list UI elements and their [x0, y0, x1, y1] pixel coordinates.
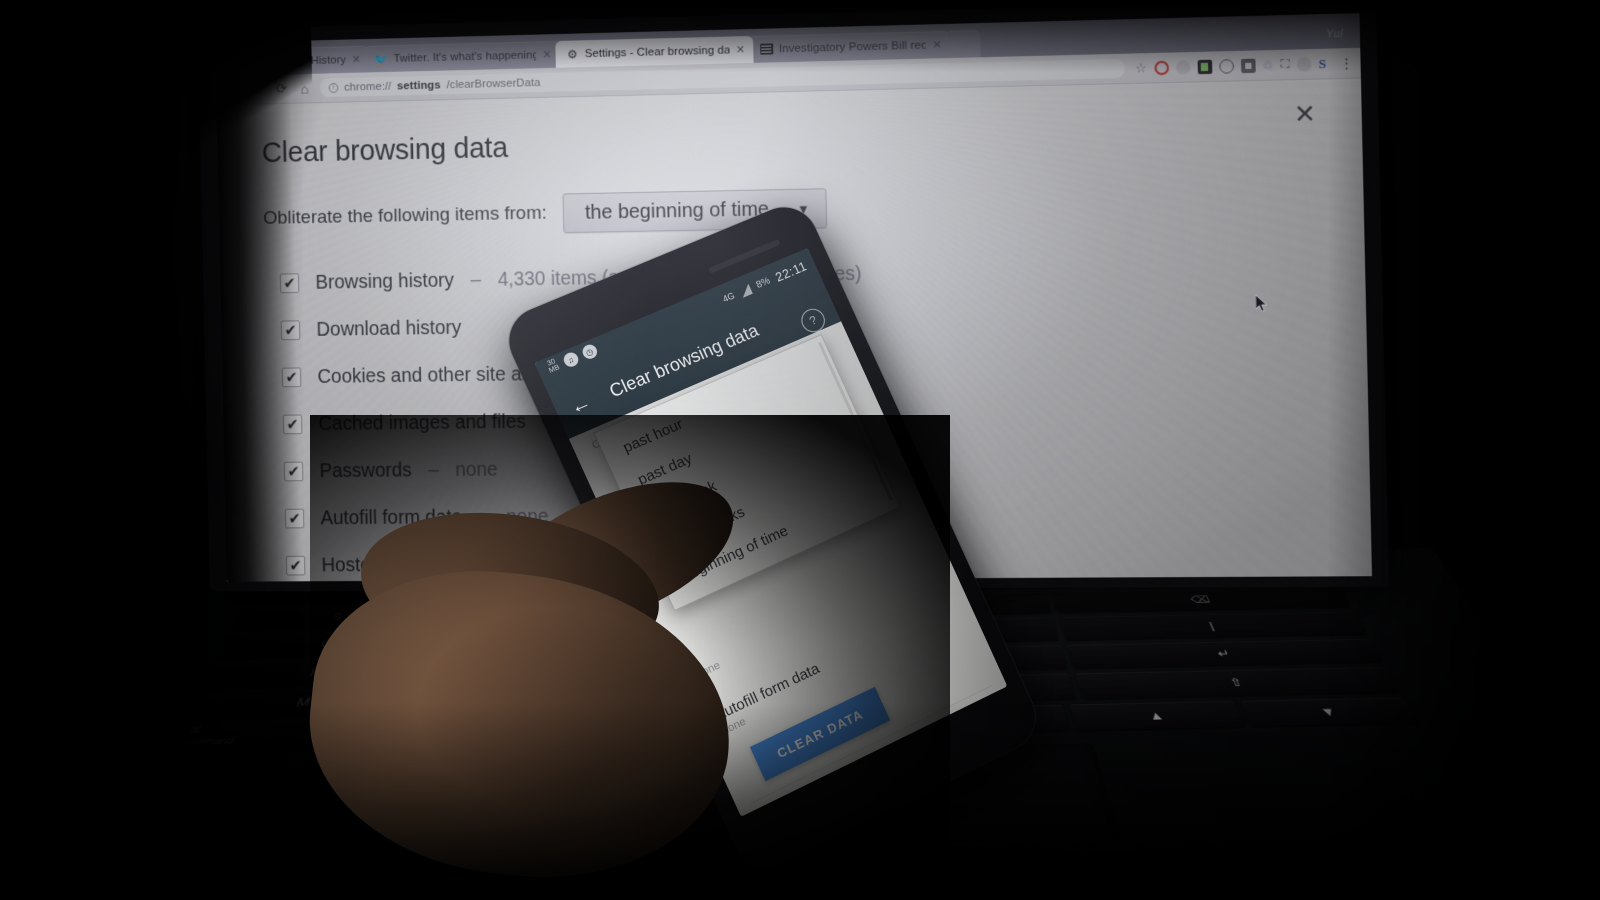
key-return[interactable]: ↵: [1066, 638, 1383, 669]
key-comma[interactable]: <: [414, 682, 635, 713]
checkbox[interactable]: ✔: [280, 320, 301, 341]
item-dash: –: [478, 505, 490, 528]
bookmark-star-icon[interactable]: ☆: [1135, 60, 1147, 76]
key-k[interactable]: K: [203, 657, 425, 687]
item-detail: none: [455, 458, 498, 481]
item-label: Hosted app data: [321, 553, 461, 576]
key-shift-right[interactable]: ⇧: [1075, 667, 1401, 699]
cast-icon[interactable]: ⛶: [1281, 57, 1290, 72]
key-backspace[interactable]: ⌫: [1051, 586, 1352, 614]
tab-close-icon[interactable]: ✕: [736, 43, 745, 56]
key-arrow-down[interactable]: ▼: [1240, 697, 1419, 727]
time-range-value: the beginning of time: [584, 197, 770, 224]
command-label: command: [180, 736, 236, 748]
item-dash: –: [470, 268, 482, 291]
close-window-button[interactable]: [227, 56, 238, 68]
music-note-icon: ♫: [561, 350, 581, 370]
home-icon[interactable]: ⌂: [293, 76, 317, 100]
command-glyph: ⌘: [186, 724, 205, 736]
mouse-cursor: [1255, 295, 1270, 314]
item-dash: –: [427, 458, 439, 481]
key-arrow-up[interactable]: ▲: [1069, 700, 1245, 731]
tab-label: Settings - Clear browsing data: [584, 44, 731, 60]
item-label: Cached images and files: [318, 410, 527, 435]
clock-icon: ◷: [579, 342, 599, 362]
key-p[interactable]: P: [432, 625, 641, 653]
tab-close-icon[interactable]: ✕: [932, 38, 942, 51]
tab-close-icon[interactable]: ✕: [542, 48, 551, 61]
back-icon[interactable]: ←: [224, 78, 247, 102]
key-9[interactable]: 9: [231, 603, 441, 630]
sync-icon[interactable]: ♲: [1262, 58, 1273, 73]
key-m[interactable]: M: [188, 687, 416, 718]
url-prefix: chrome://: [343, 80, 392, 94]
item-label: Passwords: [319, 459, 412, 482]
opera-icon[interactable]: [1153, 60, 1169, 75]
tab-label: History: [310, 53, 347, 67]
back-arrow-icon[interactable]: ←: [566, 391, 595, 420]
above-item-subtitle: none: [694, 659, 723, 682]
option-label: option: [546, 728, 579, 740]
window-controls[interactable]: [223, 55, 282, 76]
s-extension-icon[interactable]: S: [1318, 55, 1326, 72]
profile-name[interactable]: Yul: [1326, 28, 1343, 41]
notification-count-icon: 30 MB: [546, 358, 561, 375]
battery-icon[interactable]: [1197, 59, 1212, 74]
disabled-icon[interactable]: [1296, 56, 1312, 72]
checkbox[interactable]: ✔: [284, 508, 305, 529]
tab-label: Investigatory Powers Bill recei: [778, 39, 927, 55]
news-icon: [759, 42, 774, 55]
clock-icon: [292, 54, 305, 67]
url-suffix: /clearBrowserData: [446, 76, 541, 91]
checkbox[interactable]: ✔: [279, 273, 300, 294]
key-l[interactable]: L: [423, 653, 638, 683]
obliterate-label: Obliterate the following items from:: [262, 202, 547, 229]
key-0[interactable]: 0: [440, 599, 644, 626]
ghostery-icon[interactable]: [1218, 58, 1234, 74]
checkbox[interactable]: ✔: [281, 367, 302, 388]
key-o[interactable]: O: [217, 630, 433, 658]
forward-icon[interactable]: →: [247, 77, 271, 101]
save-icon[interactable]: [1240, 58, 1256, 73]
checkbox[interactable]: ✔: [285, 555, 306, 576]
site-info-icon[interactable]: i: [328, 82, 339, 93]
key-command[interactable]: ⌘ command: [171, 715, 538, 751]
clock-label: 22:11: [772, 258, 809, 285]
faded-extension-icon[interactable]: [1175, 59, 1191, 75]
battery-percent-label: 8%: [754, 275, 772, 291]
tab-close-icon[interactable]: ✕: [352, 53, 361, 66]
item-detail: none: [505, 505, 549, 528]
tab-settings-clear-browsing-data[interactable]: ⚙ Settings - Clear browsing data ✕: [555, 35, 754, 68]
reload-icon[interactable]: ⟳: [270, 77, 294, 101]
chrome-menu-icon[interactable]: ⋮: [1333, 55, 1353, 72]
screenshot-root: History ✕ 🐦 Twitter. It's what's happeni…: [0, 0, 1600, 900]
close-icon[interactable]: ✕: [1294, 100, 1316, 129]
above-item-subtitle-wrap: none: [695, 659, 723, 681]
item-label: Download history: [316, 316, 462, 341]
tab-label: Twitter. It's what's happening.: [393, 48, 537, 65]
maximize-window-button[interactable]: [261, 55, 273, 67]
checkbox[interactable]: ✔: [282, 414, 303, 435]
extension-icon-row: ☆ ♲ ⛶ S ⋮: [1131, 55, 1353, 77]
url-bold-segment: settings: [396, 79, 441, 92]
signal-icon: [738, 283, 753, 298]
twitter-bird-icon: 🐦: [374, 51, 389, 66]
item-label: Autofill form data: [320, 505, 463, 529]
tab-history[interactable]: History ✕: [281, 45, 369, 75]
gear-icon: ⚙: [567, 46, 578, 62]
key-backslash[interactable]: |: [1058, 611, 1367, 641]
notification-count: 30: [546, 358, 557, 369]
option-glyph: alt: [548, 716, 565, 729]
item-label: Browsing history: [315, 269, 455, 294]
minimize-window-button[interactable]: [244, 55, 256, 67]
bbc-logo: BBC: [338, 749, 368, 760]
new-tab-button[interactable]: [945, 30, 981, 59]
checkbox[interactable]: ✔: [283, 461, 304, 482]
network-type-label: 4G: [721, 290, 737, 305]
